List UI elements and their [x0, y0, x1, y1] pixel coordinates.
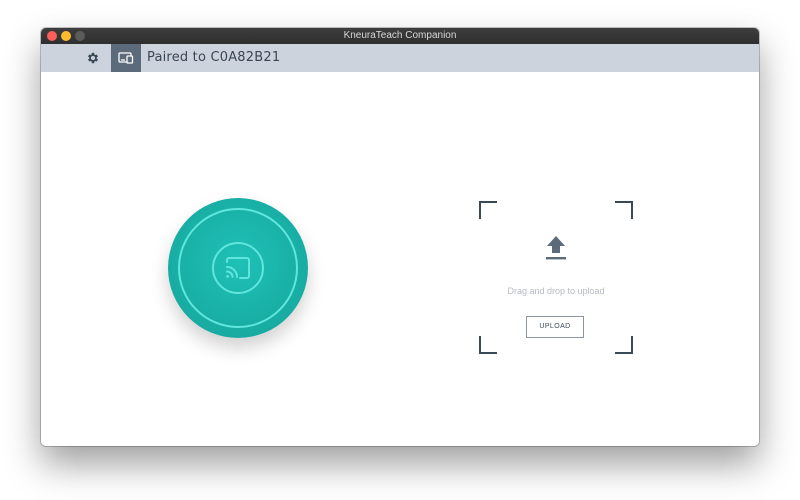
dropzone-corner-top-left	[479, 201, 497, 219]
upload-arrow-icon	[546, 236, 566, 260]
cast-button[interactable]	[168, 198, 308, 338]
app-window: KneuraTeach Companion Paired to C0A82B21	[41, 28, 759, 446]
upload-button[interactable]: UPLOAD	[526, 316, 584, 338]
drop-instructions: Drag and drop to upload	[507, 286, 605, 296]
dropzone-corner-bottom-right	[615, 336, 633, 354]
settings-button[interactable]	[81, 44, 105, 72]
devices-icon	[118, 52, 134, 64]
gear-icon	[87, 52, 99, 64]
devices-button[interactable]	[111, 44, 141, 72]
upload-dropzone[interactable]: Drag and drop to upload UPLOAD	[479, 201, 633, 354]
dropzone-corner-top-right	[615, 201, 633, 219]
main-content: Drag and drop to upload UPLOAD	[41, 72, 759, 446]
screen: KneuraTeach Companion Paired to C0A82B21	[0, 0, 800, 500]
toolbar: Paired to C0A82B21	[41, 44, 759, 72]
title-bar[interactable]: KneuraTeach Companion	[41, 28, 759, 44]
paired-status-label: Paired to C0A82B21	[147, 50, 281, 65]
cast-inner-ring	[212, 242, 264, 294]
window-title: KneuraTeach Companion	[343, 30, 457, 41]
cast-icon	[226, 257, 250, 279]
dropzone-corner-bottom-left	[479, 336, 497, 354]
